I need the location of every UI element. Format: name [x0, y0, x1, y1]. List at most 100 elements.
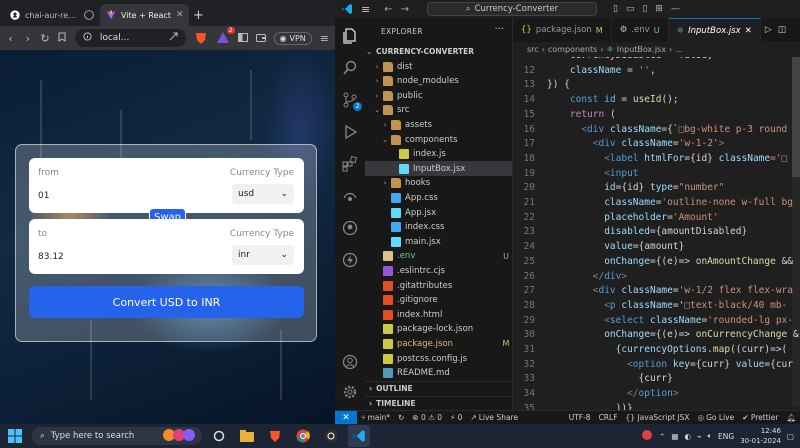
forward-icon[interactable]: › [23, 32, 32, 45]
file-explorer-icon[interactable] [236, 425, 258, 447]
breadcrumb-item[interactable]: components [548, 45, 597, 54]
network-icon[interactable]: ⌁ [697, 432, 702, 441]
code-line[interactable]: 13}) { [513, 77, 800, 92]
tree-item[interactable]: › public [365, 88, 512, 103]
forward-arrow-icon[interactable]: → [401, 4, 409, 15]
tree-item[interactable]: index.css [365, 220, 512, 235]
volume-icon[interactable]: 🔈︎ [708, 431, 713, 441]
timeline-section[interactable]: › TIMELINE [365, 396, 512, 410]
language-indicator[interactable]: ENG [718, 432, 734, 441]
tree-item[interactable]: ⌄ components [365, 132, 512, 147]
notifications-icon[interactable]: 🔔︎ [782, 413, 800, 422]
extensions-icon[interactable] [342, 155, 358, 172]
breadcrumb-item[interactable]: InputBox.jsx [617, 45, 666, 54]
code-line[interactable]: 28 < p className =' □text-black/40 mb- [513, 298, 800, 313]
code-line[interactable]: 30 onChange ={(e)=> onCurrencyChange & [513, 327, 800, 342]
code-line[interactable]: 32 < option key ={curr} value ={cur [513, 357, 800, 372]
editor-scrollbar[interactable] [792, 57, 800, 407]
problems-indicator[interactable]: ⊗ 0 ⚠ 0 [408, 413, 446, 422]
taskbar-search[interactable]: ⌕ Type here to search [32, 427, 202, 445]
windows-start-icon[interactable] [8, 429, 22, 443]
line-endings[interactable]: CRLF [595, 413, 622, 422]
breadcrumb-item[interactable]: src [527, 45, 539, 54]
browser-tab-github[interactable]: chai-aur-react/... [4, 4, 100, 26]
tree-item[interactable]: README.md [365, 366, 512, 381]
brave-rewards-icon[interactable]: 2 [216, 27, 235, 45]
tree-item[interactable]: InputBox.jsx [365, 161, 512, 177]
brave-shields-icon[interactable] [194, 31, 208, 45]
share-icon[interactable] [169, 32, 178, 44]
back-arrow-icon[interactable]: ← [384, 4, 392, 15]
run-icon[interactable]: ▷ [765, 25, 772, 35]
code-line[interactable]: 35 ))} [513, 401, 800, 410]
sync-button[interactable]: ↻ [394, 413, 408, 422]
search-icon[interactable] [342, 60, 358, 76]
tree-item[interactable]: index.js [365, 147, 512, 162]
code-line[interactable]: 20 id ={id} type = "number" [513, 180, 800, 195]
weather-icon[interactable] [641, 429, 653, 443]
live-share-button[interactable]: ↗ Live Share [466, 413, 522, 422]
code-line[interactable]: 23 disabled ={amountDisabled} [513, 224, 800, 239]
tray-app-icon[interactable]: ▦ [671, 432, 678, 441]
code-line[interactable]: 25 onChange ={(e)=> onAmountChange && [513, 254, 800, 269]
close-tab-icon[interactable]: ✕ [176, 10, 184, 20]
bookmark-icon[interactable] [58, 32, 67, 45]
code-line[interactable]: 15 return ( [513, 107, 800, 122]
tree-item[interactable]: › assets [365, 117, 512, 132]
tree-item[interactable]: .gitignore [365, 293, 512, 308]
git-branch[interactable]: ⑂ main* [357, 413, 394, 422]
tree-item[interactable]: ⌄ src [365, 103, 512, 118]
github-icon[interactable] [342, 220, 358, 236]
tree-item[interactable]: App.css [365, 190, 512, 205]
tree-item[interactable]: main.jsx [365, 234, 512, 249]
menu-icon[interactable]: ≡ [320, 32, 329, 45]
tree-item[interactable]: › dist [365, 59, 512, 74]
notification-center-icon[interactable]: ▢ [787, 432, 794, 441]
code-line[interactable]: 16 < div className ={` □bg-white p-3 round [513, 122, 800, 137]
tab-package-json[interactable]: {} package.json M [513, 18, 612, 42]
source-control-icon[interactable]: 2 [342, 92, 362, 111]
code-line[interactable]: 19 < input [513, 166, 800, 181]
tree-item[interactable]: .env U [365, 249, 512, 264]
from-amount-input[interactable] [38, 191, 148, 201]
customize-layout-icon[interactable]: ⊞ [655, 4, 663, 14]
tree-item[interactable]: package-lock.json [365, 322, 512, 337]
address-bar[interactable]: local... [74, 29, 186, 47]
more-actions-icon[interactable]: ··· [494, 24, 504, 35]
close-icon[interactable]: ✕ [745, 26, 752, 36]
code-line[interactable]: 27 < div className ='w-1/2 flex flex-wra [513, 283, 800, 298]
lightning-icon[interactable] [342, 252, 358, 268]
outline-section[interactable]: › OUTLINE [365, 381, 512, 395]
tab-inputbox-jsx[interactable]: ⚛ InputBox.jsx ✕ [668, 18, 761, 42]
tray-app-icon[interactable]: ◐ [684, 432, 691, 441]
wallet-icon[interactable] [255, 32, 266, 45]
site-info-icon[interactable] [83, 32, 92, 44]
code-line[interactable]: 14 const id = useId (); [513, 92, 800, 107]
tree-item[interactable]: .eslintrc.cjs [365, 263, 512, 278]
vpn-button[interactable]: ◉ VPN [273, 31, 312, 45]
run-debug-icon[interactable] [342, 124, 358, 140]
brave-browser-icon[interactable] [264, 425, 286, 447]
remote-explorer-icon[interactable] [342, 188, 358, 204]
vscode-taskbar-icon[interactable] [348, 425, 370, 447]
remote-indicator[interactable]: ✕ [335, 410, 357, 424]
code-line[interactable]: 18 < label htmlFor ={id} className ='□ [513, 151, 800, 166]
code-line[interactable]: 33 {curr} [513, 371, 800, 386]
convert-button[interactable]: Convert USD to INR [29, 286, 304, 318]
to-amount-input[interactable] [38, 252, 148, 262]
scrollbar-thumb[interactable] [792, 57, 800, 177]
clock[interactable]: 12:46 30-01-2024 [740, 426, 781, 446]
code-line[interactable]: 31 {currencyOptions. map ((curr)=>( [513, 342, 800, 357]
tree-item[interactable]: › node_modules [365, 74, 512, 89]
browser-tab-vite[interactable]: Vite + React ✕ [100, 4, 190, 26]
from-currency-select[interactable]: usd ⌄ [232, 184, 294, 204]
code-line[interactable]: 26 </div > [513, 269, 800, 284]
show-hidden-icons[interactable]: ⌃ [659, 432, 665, 441]
tree-item[interactable]: postcss.config.js [365, 351, 512, 366]
hamburger-menu-icon[interactable]: ≡ [361, 3, 370, 16]
prettier-status[interactable]: ✔ Prettier [738, 413, 782, 422]
to-currency-select[interactable]: inr ⌄ [232, 245, 294, 265]
go-live-button[interactable]: ◎ Go Live [694, 413, 739, 422]
ports-indicator[interactable]: ⚡ 0 [446, 413, 466, 422]
back-icon[interactable]: ‹ [6, 32, 15, 45]
